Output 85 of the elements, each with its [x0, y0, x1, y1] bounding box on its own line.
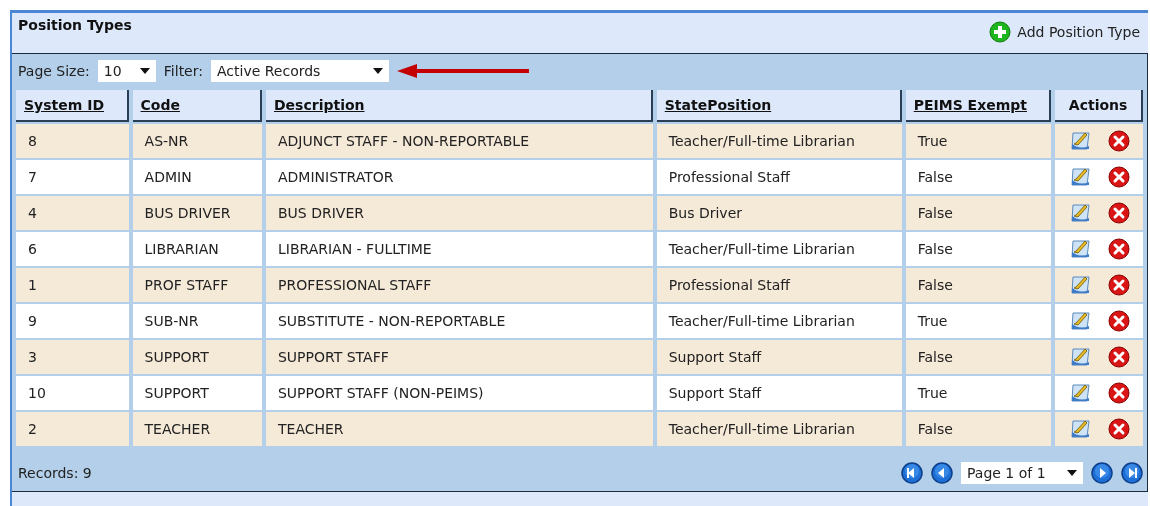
filter-dropdown[interactable]: Active Records — [210, 60, 389, 82]
edit-icon[interactable] — [1068, 418, 1093, 440]
table-cell: False — [905, 160, 1052, 194]
next-page-button[interactable] — [1091, 462, 1113, 484]
delete-icon[interactable] — [1107, 382, 1130, 404]
table-cell: SUPPORT — [132, 340, 262, 374]
table-cell: LIBRARIAN - FULLTIME — [266, 232, 653, 266]
column-header[interactable]: Description — [266, 90, 653, 122]
table-cell: ADMINISTRATOR — [266, 160, 653, 194]
table-cell: SUPPORT — [132, 376, 262, 410]
table-cell: True — [905, 124, 1052, 158]
table-cell: SUB-NR — [132, 304, 262, 338]
edit-icon[interactable] — [1068, 346, 1093, 368]
edit-icon[interactable] — [1068, 202, 1093, 224]
table-cell: SUPPORT STAFF — [266, 340, 653, 374]
table-cell: True — [905, 376, 1052, 410]
table-cell: 8 — [16, 124, 129, 158]
table-cell: SUBSTITUTE - NON-REPORTABLE — [266, 304, 653, 338]
delete-icon[interactable] — [1107, 274, 1130, 296]
column-header[interactable]: PEIMS Exempt — [905, 90, 1052, 122]
table-cell: 3 — [16, 340, 129, 374]
table-cell: 4 — [16, 196, 129, 230]
table-cell: False — [905, 196, 1052, 230]
column-header: Actions — [1055, 90, 1143, 122]
delete-icon[interactable] — [1107, 310, 1130, 332]
delete-icon[interactable] — [1107, 238, 1130, 260]
column-header[interactable]: StatePosition — [656, 90, 902, 122]
first-page-button[interactable] — [901, 462, 923, 484]
caret-icon — [372, 68, 383, 74]
table-cell: Teacher/Full-time Librarian — [656, 304, 902, 338]
table-cell: LIBRARIAN — [132, 232, 262, 266]
column-header[interactable]: Code — [132, 90, 262, 122]
table-cell: AS-NR — [132, 124, 262, 158]
edit-icon[interactable] — [1068, 166, 1093, 188]
table-cell: Bus Driver — [656, 196, 902, 230]
delete-icon[interactable] — [1107, 202, 1130, 224]
previous-page-button[interactable] — [931, 462, 953, 484]
table-cell: Teacher/Full-time Librarian — [656, 124, 902, 158]
edit-icon[interactable] — [1068, 130, 1093, 152]
delete-icon[interactable] — [1107, 418, 1130, 440]
records-count: Records: 9 — [18, 465, 92, 481]
table-cell: 1 — [16, 268, 129, 302]
caret-icon — [1067, 470, 1077, 476]
page-size-dropdown[interactable]: 10 — [97, 60, 156, 82]
plus-icon — [989, 21, 1012, 43]
table-cell: 7 — [16, 160, 129, 194]
table-cell: TEACHER — [132, 412, 262, 446]
table-cell: False — [905, 232, 1052, 266]
page-size-label: Page Size: — [18, 63, 90, 79]
table-cell: 9 — [16, 304, 129, 338]
table-cell: ADMIN — [132, 160, 262, 194]
edit-icon[interactable] — [1068, 310, 1093, 332]
table-cell: Support Staff — [656, 340, 902, 374]
table-cell: Professional Staff — [656, 160, 902, 194]
filter-label: Filter: — [163, 63, 203, 79]
table-cell: True — [905, 304, 1052, 338]
edit-icon[interactable] — [1068, 274, 1093, 296]
table-cell: Professional Staff — [656, 268, 902, 302]
table-cell: SUPPORT STAFF (NON-PEIMS) — [266, 376, 653, 410]
column-header[interactable]: System ID — [16, 90, 129, 122]
table-cell: TEACHER — [266, 412, 653, 446]
edit-icon[interactable] — [1068, 382, 1093, 404]
table-cell: 2 — [16, 412, 129, 446]
add-position-type-button[interactable]: Add Position Type — [989, 21, 1140, 43]
table-cell: PROFESSIONAL STAFF — [266, 268, 653, 302]
edit-icon[interactable] — [1068, 238, 1093, 260]
page-dropdown[interactable]: Page 1 of 1 — [961, 462, 1083, 484]
table-cell: Support Staff — [656, 376, 902, 410]
table-cell: 6 — [16, 232, 129, 266]
delete-icon[interactable] — [1107, 166, 1130, 188]
table-cell: BUS DRIVER — [132, 196, 262, 230]
panel-title: Position Types — [18, 17, 132, 33]
table-cell: False — [905, 268, 1052, 302]
table-cell: PROF STAFF — [132, 268, 262, 302]
delete-icon[interactable] — [1107, 130, 1130, 152]
table-cell: False — [905, 340, 1052, 374]
delete-icon[interactable] — [1107, 346, 1130, 368]
table-cell: Teacher/Full-time Librarian — [656, 412, 902, 446]
table-cell: BUS DRIVER — [266, 196, 653, 230]
table-cell: ADJUNCT STAFF - NON-REPORTABLE — [266, 124, 653, 158]
caret-icon — [139, 68, 150, 74]
last-page-button[interactable] — [1121, 462, 1143, 484]
table-cell: 10 — [16, 376, 129, 410]
table-cell: Teacher/Full-time Librarian — [656, 232, 902, 266]
table-cell: False — [905, 412, 1052, 446]
